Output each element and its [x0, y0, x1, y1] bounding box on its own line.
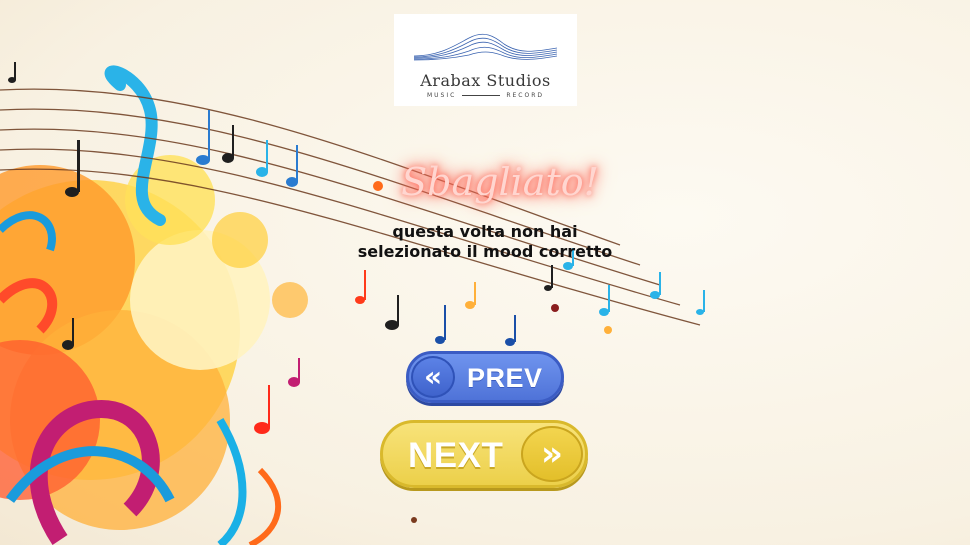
result-headline: Sbagliato!	[401, 160, 599, 204]
result-message-line-2: selezionato il mood corretto	[357, 242, 613, 261]
prev-button[interactable]: « PREV	[406, 351, 564, 403]
next-button-label: NEXT	[408, 436, 504, 475]
prev-button-label: PREV	[467, 363, 543, 393]
double-chevron-left-icon: «	[411, 356, 455, 398]
next-button[interactable]: NEXT »	[380, 420, 588, 488]
result-message-line-1: questa volta non hai	[392, 222, 578, 241]
result-message: questa volta non hai selezionato il mood…	[330, 222, 640, 262]
double-chevron-right-icon: »	[521, 426, 583, 482]
studio-name: Arabax Studios	[420, 71, 551, 90]
sound-wave-logo-icon	[414, 33, 557, 61]
studio-logo: Arabax Studios MUSIC RECORD	[394, 14, 577, 106]
studio-tagline: MUSIC RECORD	[426, 92, 544, 99]
